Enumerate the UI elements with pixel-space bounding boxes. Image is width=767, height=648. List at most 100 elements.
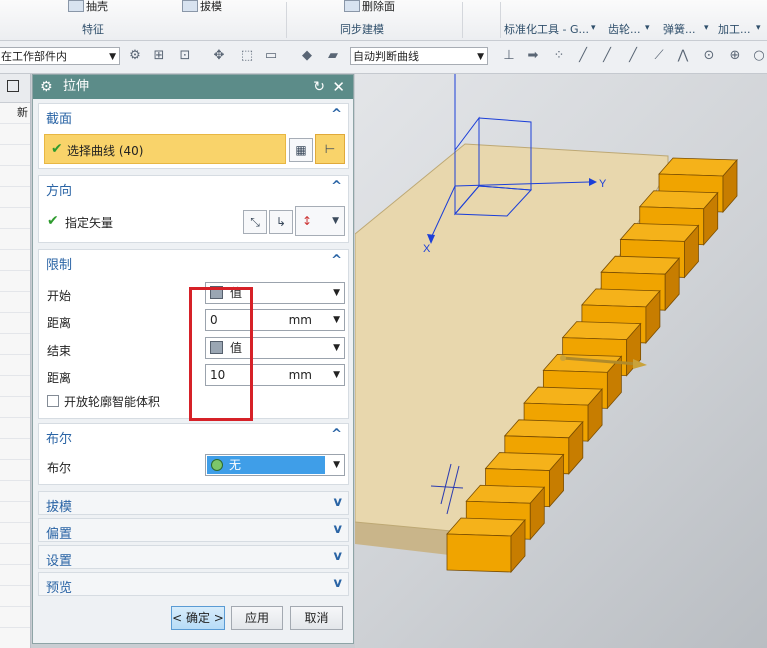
circle-icon[interactable]: ○ (752, 49, 766, 63)
chevron-up-icon[interactable]: ^ (331, 253, 342, 268)
start-label: 开始 (47, 289, 72, 303)
y-axis-label: Y (599, 178, 607, 190)
direction-panel: 方向 ^ ✔ 指定矢量 ⤡ ↳ ↕ ▼ (38, 175, 349, 243)
apply-button[interactable]: 应用 (231, 606, 283, 630)
tangent-curve-icon[interactable]: ⊥ (502, 49, 516, 63)
ok-button[interactable]: < 确定 > (171, 606, 225, 630)
line-icon-2[interactable]: ╱ (600, 49, 614, 63)
specify-vector-label: 指定矢量 (65, 216, 114, 230)
chevron-down-icon: ▼ (333, 288, 340, 298)
chevron-down-icon[interactable]: v (334, 495, 342, 510)
group-sync-modeling[interactable]: 同步建模 (340, 21, 384, 37)
vector-dialog-button[interactable]: ↳ (269, 210, 293, 234)
section-header[interactable]: 截面 ^ (39, 104, 348, 128)
rectangle-select-icon[interactable]: ▭ (264, 49, 278, 63)
restore-icon[interactable] (7, 80, 19, 92)
chevron-down-icon[interactable]: v (334, 549, 342, 564)
select-type-icon[interactable]: ⊞ (152, 49, 166, 63)
vector-icon: ↕ (302, 214, 313, 228)
scope-combo[interactable]: 在工作部件内 ▼ (0, 47, 120, 65)
point-cloud-icon[interactable]: ⁘ (552, 49, 566, 63)
preview-panel[interactable]: 预览 v (38, 572, 349, 596)
open-profile-checkbox[interactable] (47, 395, 59, 407)
curve-button[interactable]: ⊢ (315, 134, 345, 164)
center-point-icon[interactable]: ⊕ (728, 49, 742, 63)
group-machining[interactable]: 加工... (718, 21, 751, 37)
sheet-body-icon[interactable]: ▰ (326, 49, 340, 63)
reset-icon[interactable]: ↻ (313, 75, 325, 99)
chevron-down-icon[interactable]: v (334, 522, 342, 537)
group-spring-arrow[interactable]: ▾ (704, 23, 709, 33)
ribbon: 抽壳 拔模 删除面 特征 同步建模 标准化工具 - G... ▾ 齿轮... ▾… (0, 0, 767, 41)
gear-icon[interactable]: ⚙ (40, 75, 53, 99)
direction-header[interactable]: 方向 ^ (39, 176, 348, 200)
move-icon[interactable]: ✥ (212, 49, 226, 63)
chevron-down-icon[interactable]: ▼ (333, 310, 340, 330)
section-label: 截面 (46, 112, 73, 127)
shell-icon[interactable] (68, 0, 84, 12)
boolean-selected: 无 (207, 456, 325, 474)
boolean-header[interactable]: 布尔 ^ (39, 424, 348, 448)
curve-rule-combo[interactable]: 自动判断曲线 ▼ (350, 47, 488, 65)
ribbon-shell-label[interactable]: 抽壳 (86, 0, 108, 14)
snap-icon[interactable]: ⊡ (178, 49, 192, 63)
chevron-up-icon[interactable]: ^ (331, 107, 342, 122)
group-standard-tools[interactable]: 标准化工具 - G... (504, 21, 589, 37)
boolean-select[interactable]: 无 ▼ (205, 454, 345, 476)
settings-panel[interactable]: 设置 v (38, 545, 349, 569)
limits-header[interactable]: 限制 ^ (39, 250, 348, 274)
offset-panel[interactable]: 偏置 v (38, 518, 349, 542)
line-icon-3[interactable]: ╱ (626, 49, 640, 63)
tab-front-face (446, 533, 512, 573)
arrow-icon[interactable]: ➡ (526, 49, 540, 63)
graphics-viewport[interactable]: Y X (355, 74, 767, 648)
direction-label: 方向 (46, 184, 73, 199)
group-machining-arrow[interactable]: ▾ (756, 23, 761, 33)
circle-point-icon[interactable]: ⊙ (702, 49, 716, 63)
reverse-direction-button[interactable]: ⤡ (243, 210, 267, 234)
chevron-down-icon: ▼ (333, 343, 340, 353)
group-gear-arrow[interactable]: ▾ (645, 23, 650, 33)
chevron-down-icon[interactable]: ▼ (333, 365, 340, 385)
dialog-title-bar[interactable]: ⚙ 拉伸 ↻ ✕ (33, 75, 353, 99)
start-distance-unit: mm (288, 313, 312, 327)
navigator-header (0, 74, 30, 103)
draft-icon[interactable] (182, 0, 198, 12)
chevron-down-icon: ▼ (332, 216, 339, 226)
open-profile-label: 开放轮廓智能体积 (64, 395, 161, 409)
group-spring[interactable]: 弹簧... (663, 21, 696, 37)
group-gear[interactable]: 齿轮... (608, 21, 641, 37)
navigator-column-header: 新 (0, 103, 30, 124)
group-features[interactable]: 特征 (82, 21, 104, 37)
direction-origin (560, 355, 566, 361)
curve-rule-value: 自动判断曲线 (353, 50, 419, 63)
part-navigator-strip: 新 (0, 74, 31, 648)
chevron-down-icon: ▼ (477, 52, 484, 62)
slope-icon[interactable]: ⟋ (652, 49, 666, 63)
delete-face-icon[interactable] (344, 0, 360, 12)
x-axis-label: X (423, 243, 431, 255)
ribbon-delete-face-label[interactable]: 删除面 (362, 0, 395, 14)
group-standard-tools-arrow[interactable]: ▾ (591, 23, 596, 33)
start-distance-label: 距离 (47, 316, 72, 330)
section-panel: 截面 ^ ✔ 选择曲线 (40) ▦ ⊢ (38, 103, 349, 169)
dialog-title: 拉伸 (63, 79, 90, 94)
select-curve-row[interactable]: ✔ 选择曲线 (40) (44, 134, 286, 164)
check-icon: ✔ (47, 213, 59, 229)
model-view: Y X (355, 74, 738, 574)
close-icon[interactable]: ✕ (332, 75, 345, 99)
chevron-up-icon[interactable]: ^ (331, 179, 342, 194)
draft-panel[interactable]: 拔模 v (38, 491, 349, 515)
sketch-section-button[interactable]: ▦ (289, 138, 313, 162)
select-region-icon[interactable]: ⬚ (240, 49, 254, 63)
check-icon: ✔ (51, 141, 63, 157)
cancel-button[interactable]: 取消 (290, 606, 343, 630)
chevron-down-icon[interactable]: v (334, 576, 342, 591)
filter-icon[interactable]: ⚙ (128, 49, 142, 63)
solid-body-icon[interactable]: ◆ (300, 49, 314, 63)
chevron-up-icon[interactable]: ^ (331, 427, 342, 442)
ribbon-draft-label[interactable]: 拔模 (200, 0, 222, 14)
angle-icon[interactable]: ⋀ (676, 49, 690, 63)
vector-type-dropdown[interactable]: ↕ ▼ (295, 206, 345, 236)
line-icon[interactable]: ╱ (576, 49, 590, 63)
